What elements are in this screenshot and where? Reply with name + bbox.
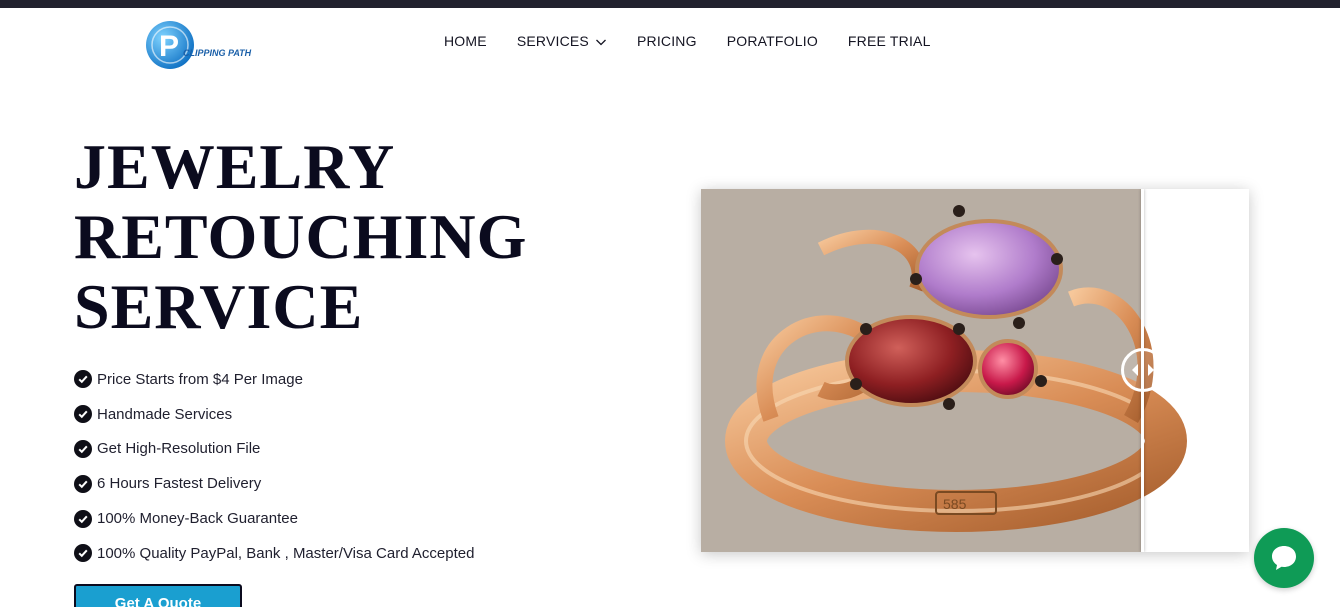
logo-mark: P CLIPPING PATH	[146, 21, 252, 69]
feature-item: Price Starts from $4 Per Image	[74, 362, 474, 397]
check-circle-icon	[74, 405, 92, 424]
main-nav: HOME SERVICES PRICING PORATFOLIO FREE TR…	[444, 31, 961, 51]
chat-bubble-icon	[1272, 546, 1296, 570]
check-circle-icon	[74, 509, 92, 528]
nav-services[interactable]: SERVICES	[517, 31, 607, 51]
feature-item: Handmade Services	[74, 397, 474, 432]
feature-item: 100% Money-Back Guarantee	[74, 501, 474, 536]
logo-text: CLIPPING PATH	[183, 48, 252, 58]
check-circle-icon	[74, 474, 92, 493]
feature-text: 100% Quality PayPal, Bank , Master/Visa …	[97, 544, 475, 562]
top-bar	[0, 0, 1340, 8]
nav-portfolio-label: PORATFOLIO	[726, 33, 818, 49]
nav-home-label: HOME	[444, 33, 487, 49]
nav-portfolio[interactable]: PORATFOLIO	[727, 31, 818, 51]
check-circle-icon	[74, 439, 92, 458]
before-image: 585	[701, 189, 1142, 552]
hero-title-line-1: JEWELRY	[74, 131, 396, 202]
ring-engraving: 585	[943, 496, 967, 512]
chevron-down-icon	[595, 35, 607, 47]
feature-list: Price Starts from $4 Per Image Handmade …	[74, 362, 474, 571]
feature-text: 6 Hours Fastest Delivery	[97, 475, 262, 493]
nav-pricing[interactable]: PRICING	[637, 31, 697, 51]
nav-free-trial[interactable]: FREE TRIAL	[848, 31, 931, 51]
check-circle-icon	[74, 370, 92, 389]
logo[interactable]: P CLIPPING PATH	[145, 19, 255, 71]
feature-text: Get High-Resolution File	[97, 440, 261, 458]
ring-image: 585	[725, 205, 1142, 532]
nav-services-label: SERVICES	[516, 33, 589, 49]
before-after-slider[interactable]: 585	[701, 189, 1249, 552]
nav-free-trial-label: FREE TRIAL	[847, 33, 931, 49]
hero-title-line-3: SERVICE	[74, 271, 364, 342]
feature-item: Get High-Resolution File	[74, 432, 474, 467]
nav-home[interactable]: HOME	[444, 31, 487, 51]
feature-text: Price Starts from $4 Per Image	[97, 370, 303, 388]
nav-pricing-label: PRICING	[636, 33, 697, 49]
slider-handle[interactable]	[1121, 348, 1165, 392]
check-circle-icon	[74, 544, 92, 563]
feature-item: 6 Hours Fastest Delivery	[74, 466, 474, 501]
hero-title: JEWELRY RETOUCHING SERVICE	[74, 132, 527, 342]
feature-text: Handmade Services	[97, 405, 233, 423]
hero-title-line-2: RETOUCHING	[74, 201, 528, 272]
get-a-quote-button[interactable]: Get A Quote	[74, 584, 242, 607]
logo-letter: P	[159, 30, 179, 63]
drag-arrows-icon	[1132, 364, 1154, 376]
feature-text: 100% Money-Back Guarantee	[97, 510, 298, 528]
chat-button[interactable]	[1254, 528, 1314, 588]
feature-item: 100% Quality PayPal, Bank , Master/Visa …	[74, 536, 474, 571]
